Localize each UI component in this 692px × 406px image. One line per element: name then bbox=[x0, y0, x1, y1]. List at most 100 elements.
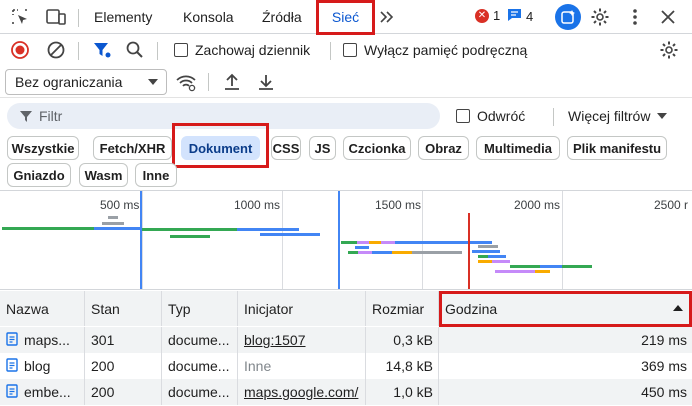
gridline bbox=[282, 191, 283, 289]
cell-type: docume... bbox=[162, 327, 238, 353]
record-icon[interactable] bbox=[8, 38, 32, 62]
filter-row: Filtr Odwróć Więcej filtrów bbox=[0, 100, 692, 132]
cell-time: 369 ms bbox=[641, 358, 687, 374]
timeline-bar bbox=[237, 228, 299, 231]
cell-status: 301 bbox=[85, 327, 162, 353]
caret-down-icon bbox=[657, 113, 668, 119]
preserve-log-checkbox[interactable]: Zachowaj dziennik bbox=[174, 42, 310, 58]
checkbox-box[interactable] bbox=[174, 43, 188, 57]
toolbar-divider bbox=[208, 73, 209, 91]
devtools-tabbar: Elementy Konsola Źródła Sieć ✕ 1 4 bbox=[0, 0, 692, 35]
funnel-icon bbox=[19, 109, 33, 126]
filter-icon[interactable] bbox=[90, 38, 114, 62]
export-har-icon[interactable] bbox=[254, 70, 278, 94]
cell-size: 1,0 kB bbox=[366, 379, 439, 405]
invert-checkbox[interactable]: Odwróć bbox=[456, 108, 525, 124]
errors-badge[interactable]: ✕ 1 bbox=[475, 8, 500, 23]
document-icon bbox=[6, 383, 18, 401]
chevron-down-icon bbox=[148, 79, 158, 85]
close-icon[interactable] bbox=[656, 5, 680, 29]
checkbox-box[interactable] bbox=[456, 109, 470, 123]
toolbar-divider bbox=[78, 9, 79, 27]
chip-manifest[interactable]: Plik manifestu bbox=[567, 136, 667, 160]
throttling-select[interactable]: Bez ograniczania bbox=[5, 69, 167, 95]
search-icon[interactable] bbox=[123, 38, 147, 62]
network-conditions-icon[interactable] bbox=[174, 70, 198, 94]
chip-fetch-xhr[interactable]: Fetch/XHR bbox=[93, 136, 172, 160]
cell-name: embe... bbox=[0, 379, 85, 405]
settings-gear-icon[interactable] bbox=[588, 5, 612, 29]
highlight-network-tab bbox=[316, 0, 375, 35]
more-filters-dropdown[interactable]: Więcej filtrów bbox=[568, 108, 668, 124]
initiator-link[interactable]: maps.google.com/ bbox=[244, 384, 358, 400]
chip-css[interactable]: CSS bbox=[271, 136, 301, 160]
clear-icon[interactable] bbox=[44, 38, 68, 62]
messages-badge[interactable]: 4 bbox=[507, 8, 533, 25]
network-overview[interactable]: 500 ms 1000 ms 1500 ms 2000 ms 2500 r bbox=[0, 190, 692, 290]
import-har-icon[interactable] bbox=[220, 70, 244, 94]
tab-console[interactable]: Konsola bbox=[183, 0, 234, 34]
cell-name: maps... bbox=[0, 327, 85, 353]
timeline-bar bbox=[395, 241, 470, 244]
dom-content-loaded-marker bbox=[338, 191, 340, 289]
timeline-bar bbox=[102, 222, 124, 225]
timeline-bar bbox=[492, 260, 510, 263]
timeline-bar bbox=[142, 228, 237, 231]
device-toolbar-icon[interactable] bbox=[44, 5, 68, 29]
table-row[interactable]: maps... 301 docume... blog:1507 0,3 kB 2… bbox=[0, 327, 692, 353]
inspect-element-icon[interactable] bbox=[8, 5, 32, 29]
timeline-bar bbox=[478, 260, 492, 263]
cell-time: 219 ms bbox=[641, 332, 687, 348]
timeline-bar bbox=[341, 241, 357, 244]
cell-status: 200 bbox=[85, 353, 162, 379]
network-settings-gear-icon[interactable] bbox=[657, 38, 681, 62]
toolbar-divider bbox=[157, 42, 158, 60]
dom-content-loaded-marker bbox=[140, 191, 142, 289]
tab-elements[interactable]: Elementy bbox=[94, 0, 152, 34]
column-header-size[interactable]: Rozmiar bbox=[366, 291, 439, 326]
initiator-link[interactable]: blog:1507 bbox=[244, 332, 306, 348]
chip-image[interactable]: Obraz bbox=[418, 136, 469, 160]
network-toolbar: Zachowaj dziennik Wyłącz pamięć podręczn… bbox=[0, 35, 692, 65]
chip-js[interactable]: JS bbox=[309, 136, 336, 160]
column-header-type[interactable]: Typ bbox=[162, 291, 238, 326]
throttling-toolbar: Bez ograniczania bbox=[0, 66, 692, 98]
ai-assistance-icon[interactable] bbox=[555, 4, 581, 30]
column-header-status[interactable]: Stan bbox=[85, 291, 162, 326]
timeline-bar bbox=[108, 216, 118, 219]
chip-all[interactable]: Wszystkie bbox=[7, 136, 79, 160]
timeline-bar bbox=[372, 251, 392, 254]
chip-media[interactable]: Multimedia bbox=[476, 136, 560, 160]
cell-name: blog bbox=[0, 353, 85, 379]
error-icon: ✕ bbox=[475, 8, 489, 23]
column-header-name[interactable]: Nazwa bbox=[0, 291, 85, 326]
checkbox-box[interactable] bbox=[343, 43, 357, 57]
timeline-bar bbox=[562, 265, 592, 268]
gridline bbox=[142, 191, 143, 289]
gridline bbox=[562, 191, 563, 289]
table-row[interactable]: blog 200 docume... Inne 14,8 kB 369 ms bbox=[0, 353, 692, 379]
tab-sources[interactable]: Źródła bbox=[262, 0, 302, 34]
chip-font[interactable]: Czcionka bbox=[343, 136, 411, 160]
timeline-bar bbox=[472, 250, 500, 253]
timeline-bar bbox=[470, 241, 492, 244]
highlight-time-header bbox=[439, 291, 692, 327]
column-header-initiator[interactable]: Inicjator bbox=[238, 291, 366, 326]
more-tabs-icon[interactable] bbox=[374, 5, 398, 29]
timeline-bar bbox=[540, 265, 562, 268]
timeline-bar bbox=[392, 251, 412, 254]
timeline-bar bbox=[510, 265, 540, 268]
chip-other[interactable]: Inne bbox=[135, 163, 177, 187]
tick-label: 2500 r bbox=[654, 198, 689, 212]
cell-type: docume... bbox=[162, 379, 238, 405]
more-options-icon[interactable] bbox=[623, 5, 647, 29]
chip-wasm[interactable]: Wasm bbox=[79, 163, 128, 187]
requests-table: Nazwa Stan Typ Inicjator Rozmiar Godzina… bbox=[0, 291, 692, 406]
timeline-bar bbox=[381, 241, 395, 244]
chip-websocket[interactable]: Gniazdo bbox=[7, 163, 71, 187]
timeline-bar bbox=[478, 255, 488, 258]
table-row[interactable]: embe... 200 docume... maps.google.com/ 1… bbox=[0, 379, 692, 405]
tick-label: 500 ms bbox=[100, 198, 140, 212]
timeline-bar bbox=[478, 245, 498, 248]
disable-cache-checkbox[interactable]: Wyłącz pamięć podręczną bbox=[343, 42, 527, 58]
